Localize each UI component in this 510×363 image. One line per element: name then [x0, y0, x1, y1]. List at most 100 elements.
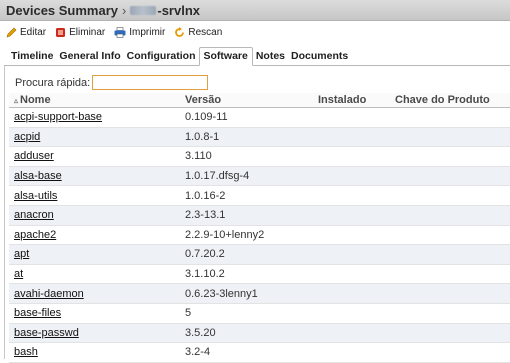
title-bar: Devices Summary › -srvlnx: [0, 0, 510, 21]
software-name-link[interactable]: acpi-support-base: [14, 111, 102, 123]
print-label: Imprimir: [129, 26, 166, 38]
cell-name: alsa-base: [9, 166, 180, 187]
cell-version: 3.5.20: [180, 323, 313, 344]
cell-name: anacron: [9, 205, 180, 226]
tab-timeline[interactable]: Timeline: [8, 50, 56, 65]
cell-installed: [313, 323, 390, 344]
cell-product-key: [390, 107, 510, 128]
tab-bar: Timeline General Info Configuration Soft…: [4, 47, 510, 66]
table-row[interactable]: acpid 1.0.8-1: [9, 127, 510, 148]
software-name-link[interactable]: at: [14, 268, 23, 280]
cell-version: 0.7.20.2: [180, 244, 313, 265]
software-table: ▵ Nome Versão Instalado Chave do Produto …: [9, 93, 510, 363]
cell-version: 0.6.23-3lenny1: [180, 283, 313, 304]
software-name-link[interactable]: apache2: [14, 229, 56, 241]
cell-product-key: [390, 323, 510, 344]
cell-product-key: [390, 244, 510, 265]
cell-name: at: [9, 264, 180, 285]
cell-installed: [313, 342, 390, 363]
rescan-label: Rescan: [188, 26, 223, 38]
column-header-version[interactable]: Versão: [180, 93, 313, 108]
column-header-name[interactable]: ▵ Nome: [9, 93, 180, 108]
redacted-device-name: [130, 5, 157, 15]
cell-installed: [313, 225, 390, 246]
column-header-product-key[interactable]: Chave do Produto: [390, 93, 510, 108]
table-header-row: ▵ Nome Versão Instalado Chave do Produto: [9, 93, 510, 108]
column-header-installed[interactable]: Instalado: [313, 93, 390, 108]
software-name-link[interactable]: bash: [14, 346, 38, 358]
rescan-button[interactable]: Rescan: [174, 26, 223, 38]
cell-version: 1.0.16-2: [180, 185, 313, 206]
table-row[interactable]: bash 3.2-4: [9, 342, 510, 363]
software-name-link[interactable]: alsa-base: [14, 170, 62, 182]
cell-installed: [313, 264, 390, 285]
cell-version: 2.2.9-10+lenny2: [180, 225, 313, 246]
table-row[interactable]: acpi-support-base 0.109-11: [9, 107, 510, 128]
edit-button[interactable]: Editar: [6, 27, 46, 38]
cell-name: acpid: [9, 127, 180, 148]
cell-product-key: [390, 146, 510, 167]
cell-name: base-passwd: [9, 323, 180, 344]
cell-version: 5: [180, 303, 313, 324]
software-name-link[interactable]: avahi-daemon: [14, 288, 84, 300]
delete-button[interactable]: Eliminar: [55, 27, 105, 38]
table-row[interactable]: base-files 5: [9, 303, 510, 324]
cell-installed: [313, 146, 390, 167]
software-name-link[interactable]: acpid: [14, 131, 40, 143]
cell-name: avahi-daemon: [9, 283, 180, 304]
cell-version: 3.1.10.2: [180, 264, 313, 285]
quick-search-label: Procura rápida:: [15, 76, 91, 89]
cell-name: acpi-support-base: [9, 107, 180, 128]
software-name-link[interactable]: base-files: [14, 307, 61, 319]
cell-product-key: [390, 185, 510, 206]
table-row[interactable]: avahi-daemon 0.6.23-3lenny1: [9, 283, 510, 304]
cell-product-key: [390, 225, 510, 246]
sort-icon: ▵: [14, 96, 19, 105]
tab-notes[interactable]: Notes: [253, 50, 288, 65]
table-row[interactable]: anacron 2.3-13.1: [9, 205, 510, 226]
edit-label: Editar: [20, 26, 47, 38]
tab-configuration[interactable]: Configuration: [124, 50, 199, 65]
cell-name: apache2: [9, 225, 180, 246]
cell-product-key: [390, 283, 510, 304]
cell-installed: [313, 185, 390, 206]
cell-version: 1.0.17.dfsg-4: [180, 166, 313, 187]
cell-name: apt: [9, 244, 180, 265]
cell-product-key: [390, 127, 510, 148]
pencil-icon: [6, 27, 17, 37]
cell-product-key: [390, 205, 510, 226]
tab-software[interactable]: Software: [198, 47, 253, 66]
software-name-link[interactable]: anacron: [14, 209, 54, 221]
cell-version: 0.109-11: [180, 107, 313, 128]
table-row[interactable]: alsa-utils 1.0.16-2: [9, 185, 510, 206]
refresh-icon: [175, 26, 185, 37]
software-name-link[interactable]: adduser: [14, 150, 54, 162]
cell-installed: [313, 283, 390, 304]
print-button[interactable]: Imprimir: [114, 27, 165, 38]
cell-name: bash: [9, 342, 180, 363]
tab-general-info[interactable]: General Info: [56, 50, 123, 65]
software-name-link[interactable]: base-passwd: [14, 327, 79, 339]
breadcrumb-devices-summary[interactable]: Devices Summary: [6, 3, 118, 18]
cell-name: alsa-utils: [9, 185, 180, 206]
cell-installed: [313, 303, 390, 324]
cell-product-key: [390, 342, 510, 363]
quick-search-input[interactable]: [92, 75, 209, 90]
software-name-link[interactable]: apt: [14, 248, 29, 260]
cell-product-key: [390, 166, 510, 187]
software-name-link[interactable]: alsa-utils: [14, 190, 57, 202]
printer-icon: [114, 26, 126, 38]
cell-product-key: [390, 303, 510, 324]
table-row[interactable]: alsa-base 1.0.17.dfsg-4: [9, 166, 510, 187]
device-name-suffix: -srvlnx: [157, 2, 200, 18]
cell-installed: [313, 107, 390, 128]
delete-label: Eliminar: [69, 26, 106, 38]
table-row[interactable]: at 3.1.10.2: [9, 264, 510, 285]
table-row[interactable]: adduser 3.110: [9, 146, 510, 167]
cell-installed: [313, 244, 390, 265]
tab-documents[interactable]: Documents: [288, 50, 351, 65]
table-row[interactable]: base-passwd 3.5.20: [9, 323, 510, 344]
software-panel: Procura rápida: ▵ Nome Versão Instalado C…: [4, 66, 510, 363]
table-row[interactable]: apache2 2.2.9-10+lenny2: [9, 225, 510, 246]
table-row[interactable]: apt 0.7.20.2: [9, 244, 510, 265]
